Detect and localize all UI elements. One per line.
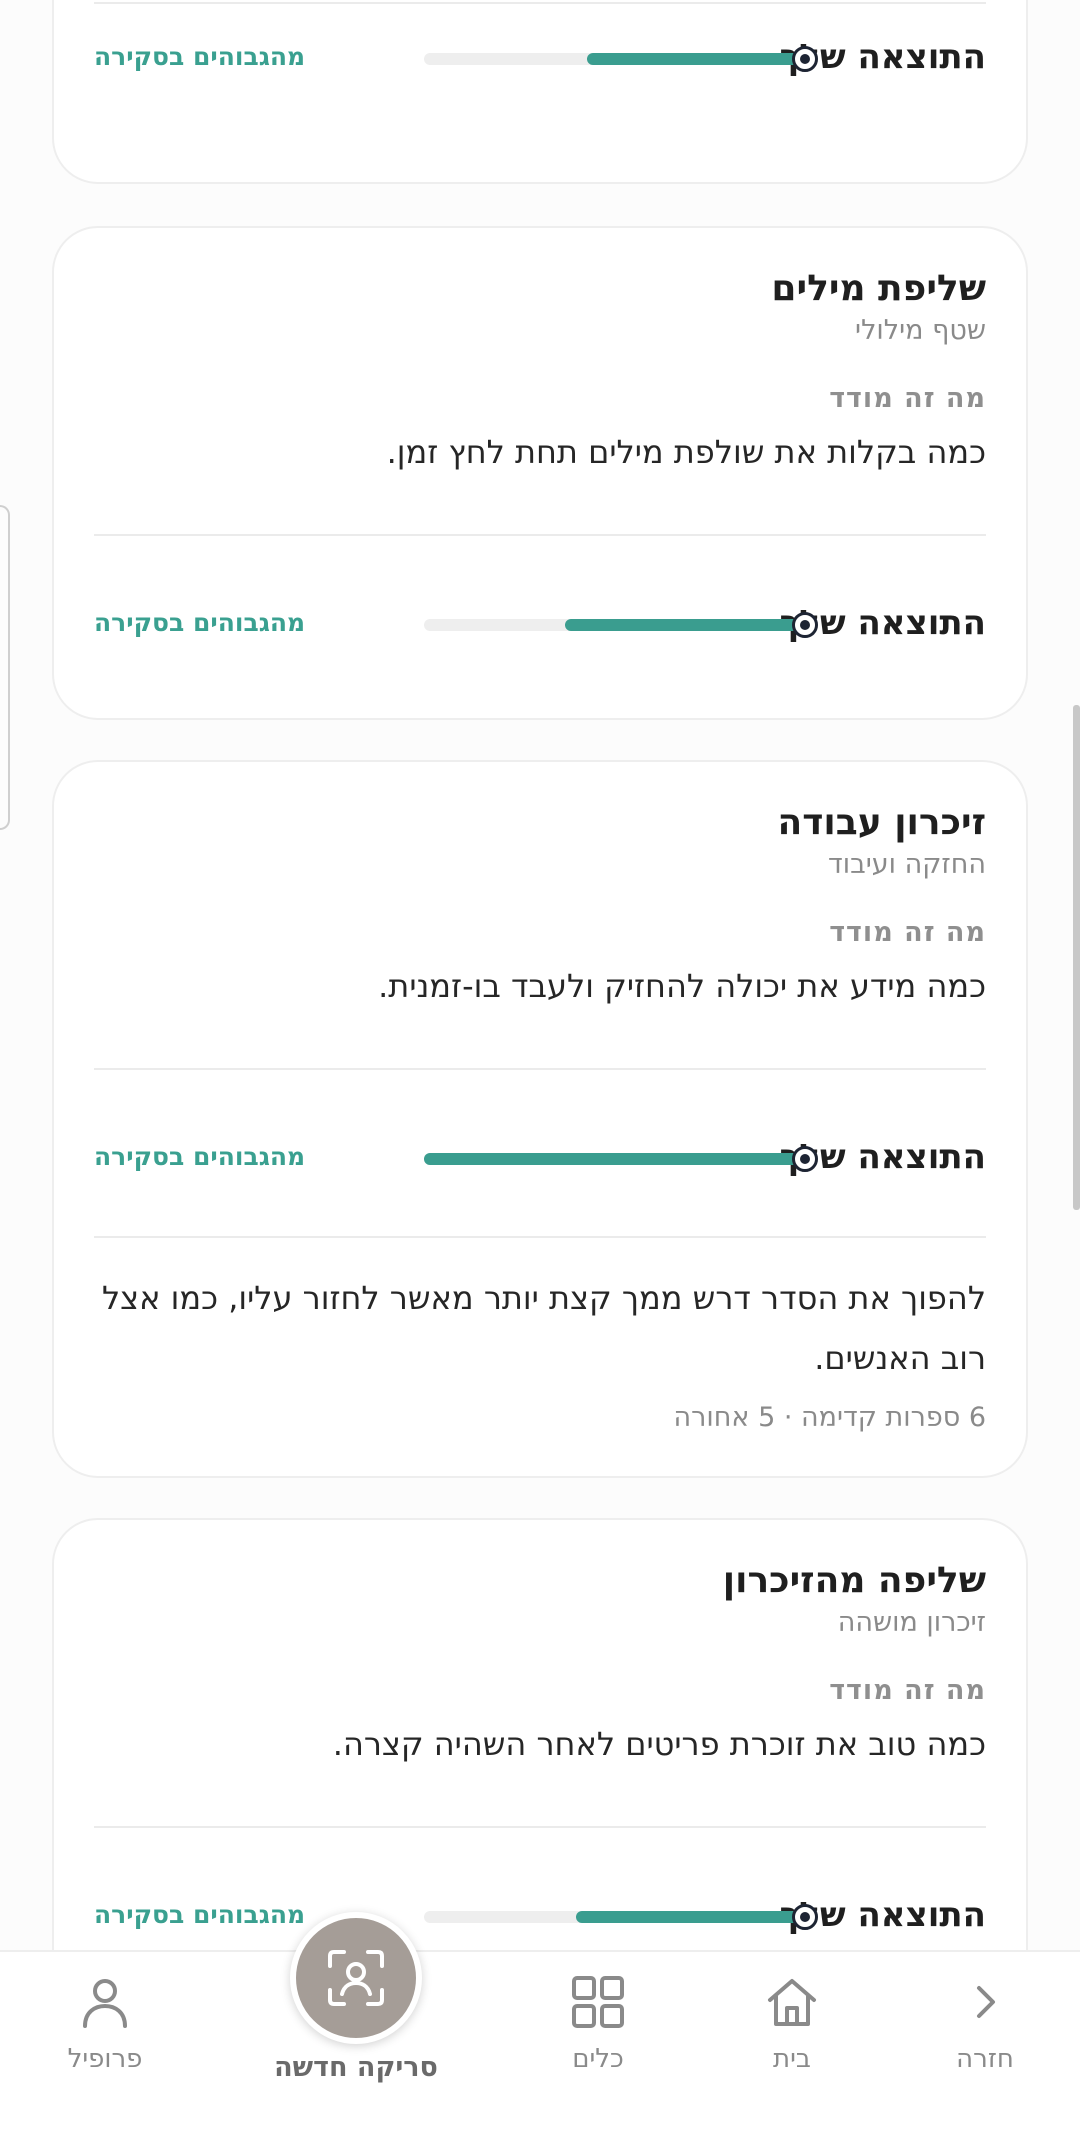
result-row: התוצאה שלך מהגבוהים בסקירה	[94, 1890, 986, 1940]
grid-icon	[572, 1976, 624, 2028]
new-scan-button[interactable]	[290, 1912, 422, 2044]
result-bar	[424, 1146, 818, 1172]
result-bar-marker	[792, 46, 818, 72]
result-card: שליפת מילים שטף מילולי מה זה מודד כמה בק…	[52, 226, 1028, 720]
nav-tools-label: כלים	[572, 2044, 624, 2074]
result-note: להפוך את הסדר דרש ממך קצת יותר מאשר לחזו…	[94, 1268, 986, 1438]
measure-heading: מה זה מודד	[829, 383, 986, 414]
nav-home[interactable]: בית	[712, 1972, 872, 2076]
measure-description: כמה בקלות את שולפת מילים תחת לחץ זמן.	[386, 433, 986, 471]
percentile-label: מהגבוהים בסקירה	[94, 1142, 306, 1171]
card-divider	[94, 1826, 986, 1828]
result-bar	[424, 46, 818, 72]
result-bar-fill	[587, 46, 818, 72]
percentile-label: מהגבוהים בסקירה	[94, 42, 306, 71]
nav-back-label: חזרה	[956, 2044, 1014, 2074]
chevron-right-icon	[977, 1986, 995, 2018]
note-text: להפוך את הסדר דרש ממך קצת יותר מאשר לחזו…	[101, 1279, 986, 1377]
measure-description: כמה טוב את זוכרת פריטים לאחר השהיה קצרה.	[332, 1725, 986, 1763]
bottom-navigation: חזרה בית כלים פרופיל	[0, 1950, 1080, 2140]
scrollbar[interactable]	[1073, 705, 1080, 1210]
nav-back[interactable]: חזרה	[905, 1972, 1065, 2076]
card-subtitle: שטף מילולי	[855, 315, 986, 346]
home-icon	[768, 1979, 816, 2026]
card-subtitle: החזקה ועיבוד	[827, 849, 986, 880]
result-card: התוצאה שלך מהגבוהים בסקירה	[52, 0, 1028, 184]
card-title: זיכרון עבודה	[777, 802, 986, 843]
result-card: זיכרון עבודה החזקה ועיבוד מה זה מודד כמה…	[52, 760, 1028, 1478]
new-scan-label[interactable]: סריקה חדשה	[236, 2052, 476, 2083]
percentile-label: מהגבוהים בסקירה	[94, 608, 306, 637]
measure-heading: מה זה מודד	[829, 1675, 986, 1706]
card-divider	[94, 534, 986, 536]
result-bar-fill	[576, 1904, 818, 1930]
person-icon	[83, 1979, 127, 2028]
result-bar-marker	[792, 1146, 818, 1172]
result-row: התוצאה שלך מהגבוהים בסקירה	[94, 598, 986, 648]
measure-description: כמה מידע את יכולה להחזיק ולעבד בו-זמנית.	[378, 967, 986, 1005]
nav-profile[interactable]: פרופיל	[25, 1972, 185, 2076]
results-screen: התוצאה שלך מהגבוהים בסקירה שליפת מילים ש…	[0, 0, 1080, 2140]
card-subtitle: זיכרון מושהה	[837, 1607, 986, 1638]
nav-tools[interactable]: כלים	[518, 1972, 678, 2076]
nav-home-label: בית	[773, 2044, 811, 2074]
result-bar	[424, 612, 818, 638]
result-row: התוצאה שלך מהגבוהים בסקירה	[94, 1132, 986, 1182]
card-title: שליפת מילים	[771, 268, 986, 309]
result-bar	[424, 1904, 818, 1930]
result-bar-marker	[792, 1904, 818, 1930]
result-bar-fill	[424, 1146, 818, 1172]
card-title: שליפה מהזיכרון	[722, 1560, 986, 1601]
percentile-label: מהגבוהים בסקירה	[94, 1900, 306, 1929]
result-bar-fill	[564, 612, 818, 638]
measure-heading: מה זה מודד	[829, 917, 986, 948]
card-divider	[94, 2, 986, 4]
note-meta: 6 ספרות קדימה · 5 אחורה	[673, 1402, 986, 1433]
face-scan-icon	[328, 1950, 384, 2006]
card-divider	[94, 1068, 986, 1070]
edge-panel-handle[interactable]	[0, 505, 10, 830]
result-row: התוצאה שלך מהגבוהים בסקירה	[94, 32, 986, 82]
nav-profile-label: פרופיל	[67, 2044, 143, 2074]
card-divider	[94, 1236, 986, 1238]
result-bar-marker	[792, 612, 818, 638]
